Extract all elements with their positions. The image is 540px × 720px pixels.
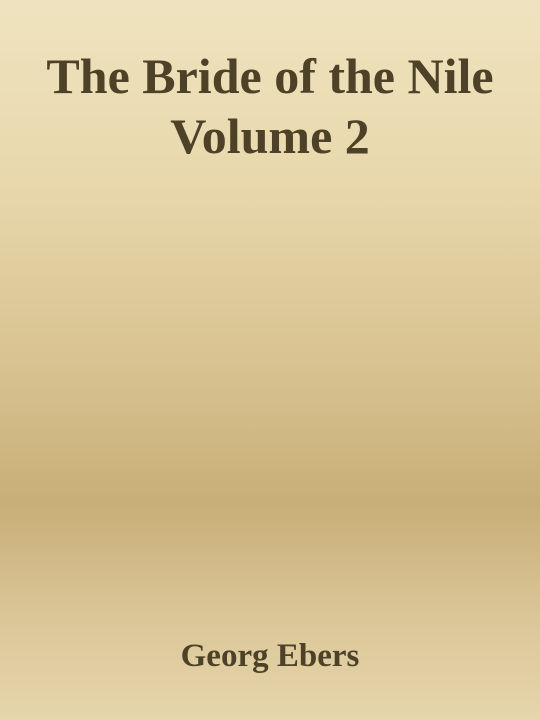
book-author: Georg Ebers: [180, 638, 360, 674]
book-title: The Bride of the Nile Volume 2: [46, 48, 494, 164]
book-cover: The Bride of the Nile Volume 2 Georg Ebe…: [0, 0, 540, 720]
